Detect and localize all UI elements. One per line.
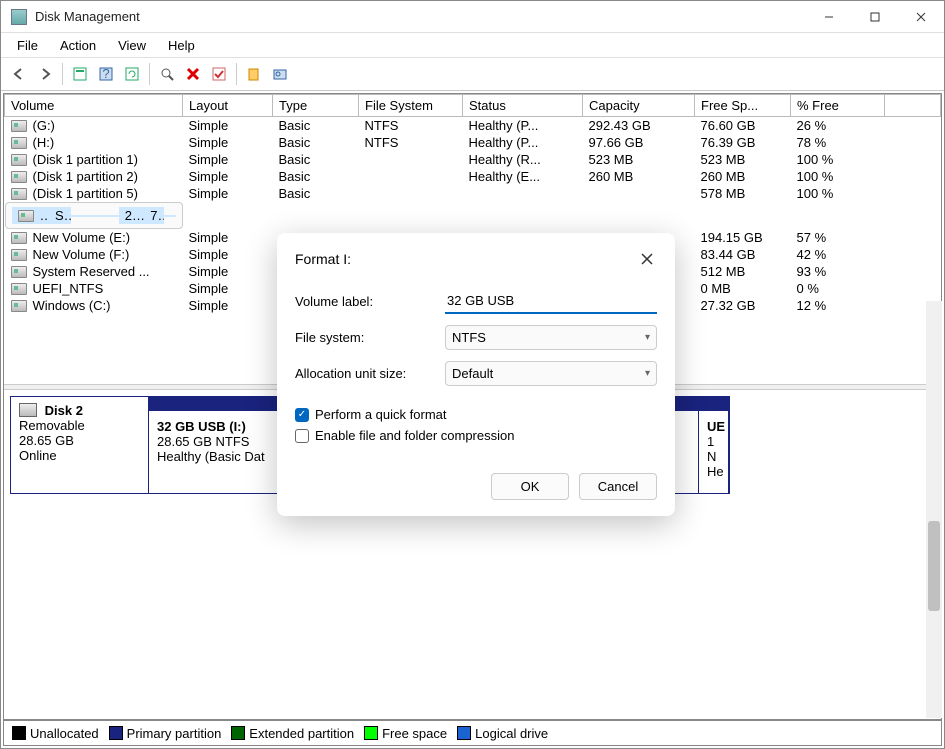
table-row[interactable]: (H:)SimpleBasicNTFSHealthy (P...97.66 GB… xyxy=(5,134,941,151)
legend-swatch xyxy=(457,726,471,740)
legend: Unallocated Primary partition Extended par… xyxy=(4,719,941,745)
menu-file[interactable]: File xyxy=(7,36,48,55)
column-header[interactable]: % Free xyxy=(791,95,885,117)
maximize-button[interactable] xyxy=(852,1,898,33)
volume-icon xyxy=(11,300,27,312)
legend-item: Free space xyxy=(364,726,447,741)
close-button[interactable] xyxy=(898,1,944,33)
menu-help[interactable]: Help xyxy=(158,36,205,55)
legend-swatch xyxy=(12,726,26,740)
volume-icon xyxy=(11,188,27,200)
titlebar: Disk Management xyxy=(1,1,944,33)
checkbox-icon xyxy=(295,429,309,443)
column-header[interactable]: Layout xyxy=(183,95,273,117)
menubar: FileActionViewHelp xyxy=(1,33,944,57)
volume-icon xyxy=(11,232,27,244)
help-icon[interactable]: ? xyxy=(94,62,118,86)
disk-drive-icon xyxy=(19,403,37,417)
quick-format-checkbox[interactable]: ✓ Perform a quick format xyxy=(295,407,657,422)
disk-info[interactable]: Disk 2 Removable 28.65 GB Online xyxy=(11,397,149,493)
compression-checkbox[interactable]: Enable file and folder compression xyxy=(295,428,657,443)
legend-item: Logical drive xyxy=(457,726,548,741)
column-header[interactable]: Volume xyxy=(5,95,183,117)
volume-icon xyxy=(11,137,27,149)
window-buttons xyxy=(806,1,944,33)
scan-icon[interactable] xyxy=(155,62,179,86)
allocation-select[interactable]: Default ▾ xyxy=(445,361,657,386)
disk-state: Online xyxy=(19,448,57,463)
volume-icon xyxy=(11,120,27,132)
dialog-close-button[interactable] xyxy=(633,245,661,273)
ok-button[interactable]: OK xyxy=(491,473,569,500)
minimize-button[interactable] xyxy=(806,1,852,33)
allocation-label: Allocation unit size: xyxy=(295,366,445,381)
scrollbar-thumb[interactable] xyxy=(928,521,940,611)
format-dialog: Format I: Volume label: File system: NTF… xyxy=(277,233,675,516)
volume-icon xyxy=(18,210,34,222)
legend-swatch xyxy=(109,726,123,740)
disk-management-window: Disk Management FileActionViewHelp ? Vol… xyxy=(0,0,945,749)
refresh-icon[interactable] xyxy=(120,62,144,86)
table-row[interactable]: (Disk 1 partition 5)SimpleBasic578 MB100… xyxy=(5,185,941,202)
chevron-down-icon: ▾ xyxy=(645,368,650,379)
compression-label: Enable file and folder compression xyxy=(315,428,514,443)
app-icon xyxy=(11,9,27,25)
table-row[interactable]: (Disk 1 partition 2)SimpleBasicHealthy (… xyxy=(5,168,941,185)
window-title: Disk Management xyxy=(35,9,806,24)
table-row[interactable]: (Disk 1 partition 1)SimpleBasicHealthy (… xyxy=(5,151,941,168)
disk-name: Disk 2 xyxy=(45,403,83,418)
properties-icon[interactable] xyxy=(268,62,292,86)
column-header[interactable]: File System xyxy=(359,95,463,117)
quick-format-label: Perform a quick format xyxy=(315,407,447,422)
volume-icon xyxy=(11,249,27,261)
settings-icon[interactable] xyxy=(68,62,92,86)
legend-item: Primary partition xyxy=(109,726,222,741)
column-header[interactable]: Type xyxy=(273,95,359,117)
table-header-row: VolumeLayoutTypeFile SystemStatusCapacit… xyxy=(5,95,941,117)
check-icon[interactable] xyxy=(207,62,231,86)
volume-icon xyxy=(11,154,27,166)
volume-icon xyxy=(11,283,27,295)
delete-icon[interactable] xyxy=(181,62,205,86)
file-system-label: File system: xyxy=(295,330,445,345)
volume-icon xyxy=(11,266,27,278)
toolbar: ? xyxy=(1,57,944,91)
table-row[interactable]: 32 GB USB ...Simple21.38 GB75 % xyxy=(5,202,183,229)
file-system-value: NTFS xyxy=(452,330,486,345)
column-header[interactable]: Status xyxy=(463,95,583,117)
menu-view[interactable]: View xyxy=(108,36,156,55)
new-icon[interactable] xyxy=(242,62,266,86)
forward-button[interactable] xyxy=(33,62,57,86)
partition[interactable]: UE1 NHe xyxy=(699,397,729,493)
back-button[interactable] xyxy=(7,62,31,86)
allocation-value: Default xyxy=(452,366,493,381)
cancel-button[interactable]: Cancel xyxy=(579,473,657,500)
chevron-down-icon: ▾ xyxy=(645,332,650,343)
legend-swatch xyxy=(364,726,378,740)
legend-swatch xyxy=(231,726,245,740)
volume-icon xyxy=(11,171,27,183)
legend-item: Extended partition xyxy=(231,726,354,741)
column-header[interactable]: Free Sp... xyxy=(695,95,791,117)
vertical-scrollbar[interactable] xyxy=(926,301,942,718)
column-header[interactable]: Capacity xyxy=(583,95,695,117)
disk-kind: Removable xyxy=(19,418,85,433)
file-system-select[interactable]: NTFS ▾ xyxy=(445,325,657,350)
volume-label-label: Volume label: xyxy=(295,294,445,309)
legend-item: Unallocated xyxy=(12,726,99,741)
table-row[interactable]: (G:)SimpleBasicNTFSHealthy (P...292.43 G… xyxy=(5,117,941,135)
menu-action[interactable]: Action xyxy=(50,36,106,55)
dialog-title: Format I: xyxy=(295,251,633,267)
disk-size: 28.65 GB xyxy=(19,433,74,448)
volume-label-input[interactable] xyxy=(445,289,657,314)
checkbox-icon: ✓ xyxy=(295,408,309,422)
svg-text:?: ? xyxy=(102,67,109,81)
